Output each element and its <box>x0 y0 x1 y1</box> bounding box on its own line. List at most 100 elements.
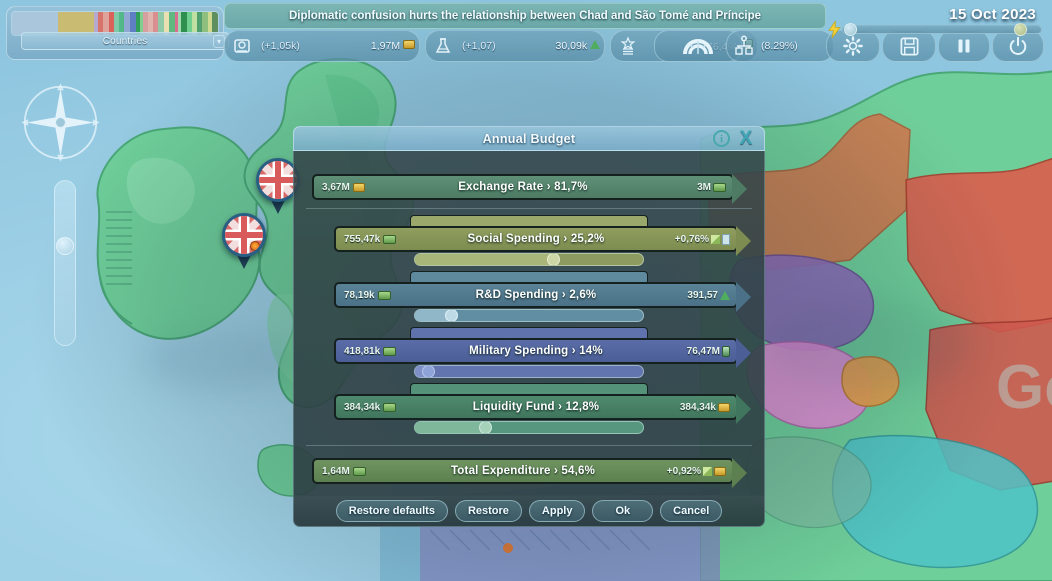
military-slider[interactable] <box>414 365 644 378</box>
building-icon <box>722 234 730 245</box>
resource-research-delta: (+1,07) <box>462 40 496 52</box>
power-icon <box>1008 36 1028 56</box>
resource-research-amount: 30,09k <box>556 40 600 52</box>
military-rank-icon <box>615 33 641 59</box>
military-right-value: 76,47M <box>687 346 730 357</box>
green-money-icon <box>353 467 366 476</box>
info-icon[interactable]: i <box>713 130 730 147</box>
factory-icon <box>733 35 755 57</box>
exchange-rate-right-value: 3M <box>697 182 726 193</box>
game-date: 15 Oct 2023 <box>939 2 1046 26</box>
exchange-rate-label: Exchange Rate › 81,7% <box>314 181 732 193</box>
dialog-title-bar[interactable]: Annual Budget i X <box>293 126 765 151</box>
budget-row-social[interactable]: 755,47k Social Spending › 25,2% +0,76% <box>304 226 754 252</box>
gold-coins-icon <box>714 467 726 476</box>
news-ticker[interactable]: Diplomatic confusion hurts the relations… <box>224 3 826 29</box>
budget-group-rd: 78,19k R&D Spending › 2,6% 391,57 <box>304 271 754 323</box>
pin-body <box>222 213 266 257</box>
social-left-value: 755,47k <box>344 234 396 245</box>
lightning-bolt-icon <box>828 21 841 38</box>
green-money-icon <box>713 183 726 192</box>
budget-group-military: 418,81k Military Spending › 14% 76,47M <box>304 327 754 379</box>
money-printer-icon <box>229 33 255 59</box>
resource-money-amount: 1,97M <box>371 40 415 52</box>
annual-budget-dialog: Annual Budget i X 3,67M Exchange Rate › … <box>293 126 765 524</box>
restore-button[interactable]: Restore <box>455 500 522 522</box>
liquidity-right-value: 384,34k <box>680 402 730 413</box>
floppy-disk-icon <box>899 36 920 57</box>
research-triangle-icon <box>720 291 730 300</box>
rd-label: R&D Spending › 2,6% <box>336 289 736 301</box>
restore-defaults-button[interactable]: Restore defaults <box>336 500 448 522</box>
green-money-icon <box>383 347 396 356</box>
top-hud-bar: Countries ▾ (+1,05k) 1,97M (+1,07) 30,09… <box>0 0 1052 66</box>
industry-button-label: (8.29%) <box>761 40 798 52</box>
dialog-footer: Restore defaults Restore Apply Ok Cancel <box>293 495 765 527</box>
speed-track[interactable] <box>842 25 1042 34</box>
resource-research[interactable]: (+1,07) 30,09k <box>425 30 605 62</box>
pause-icon <box>955 37 973 55</box>
budget-row-total[interactable]: 1,64M Total Expenditure › 54,6% +0,92% <box>304 458 754 484</box>
green-money-icon <box>383 235 396 244</box>
rd-left-value: 78,19k <box>344 290 391 301</box>
gold-coins-icon <box>403 40 415 49</box>
industry-button[interactable]: (8.29%) <box>726 30 834 62</box>
exchange-rate-left-value: 3,67M <box>322 182 365 193</box>
dialog-title: Annual Budget <box>483 132 576 146</box>
social-slider-knob[interactable] <box>547 253 560 266</box>
research-flask-icon <box>430 33 456 59</box>
research-triangle-icon <box>590 40 600 49</box>
total-right-value: +0,92% <box>667 466 726 477</box>
gear-icon <box>842 35 864 57</box>
budget-row-military[interactable]: 418,81k Military Spending › 14% 76,47M <box>304 338 754 364</box>
apply-button[interactable]: Apply <box>529 500 586 522</box>
resource-money-delta: (+1,05k) <box>261 40 300 52</box>
social-slider[interactable] <box>414 253 644 266</box>
speed-knob-min[interactable] <box>844 23 857 36</box>
game-date-text: 15 Oct 2023 <box>949 6 1036 23</box>
news-ticker-text: Diplomatic confusion hurts the relations… <box>289 10 761 22</box>
country-selector-label: Countries <box>103 36 148 47</box>
cancel-button[interactable]: Cancel <box>660 500 722 522</box>
pencil-icon <box>711 235 720 244</box>
country-strip-panel: Countries ▾ <box>6 6 224 60</box>
budget-row-exchange-rate[interactable]: 3,67M Exchange Rate › 81,7% 3M <box>304 174 754 200</box>
pin-alert-dot <box>250 241 260 251</box>
rd-slider-fill <box>415 310 447 321</box>
green-money-icon <box>378 291 391 300</box>
union-jack-flag-icon <box>259 161 297 199</box>
close-icon[interactable]: X <box>736 128 756 149</box>
military-left-value: 418,81k <box>344 346 396 357</box>
resource-money[interactable]: (+1,05k) 1,97M <box>224 30 420 62</box>
budget-group-liquidity: 384,34k Liquidity Fund › 12,8% 384,34k <box>304 383 754 435</box>
military-slider-knob[interactable] <box>422 365 435 378</box>
dialog-body: 3,67M Exchange Rate › 81,7% 3M 755,47k S… <box>293 151 765 496</box>
liquidity-slider[interactable] <box>414 421 644 434</box>
social-right-value: +0,76% <box>675 234 730 245</box>
green-money-icon <box>383 403 396 412</box>
total-left-value: 1,64M <box>322 466 366 477</box>
rd-right-value: 391,57 <box>687 290 730 301</box>
dialog-divider <box>306 208 752 209</box>
pencil-icon <box>703 467 712 476</box>
map-zoom-knob[interactable] <box>56 237 74 255</box>
social-slider-fill <box>415 254 552 265</box>
budget-row-liquidity[interactable]: 384,34k Liquidity Fund › 12,8% 384,34k <box>304 394 754 420</box>
map-pin-uk-2[interactable] <box>222 213 266 257</box>
gold-coins-icon <box>718 403 730 412</box>
compass-rose-icon[interactable] <box>18 80 103 165</box>
ok-button[interactable]: Ok <box>592 500 653 522</box>
rd-slider[interactable] <box>414 309 644 322</box>
country-selector-dropdown[interactable]: Countries ▾ <box>21 32 229 50</box>
map-zoom-slider[interactable] <box>54 180 76 346</box>
liquidity-left-value: 384,34k <box>344 402 396 413</box>
budget-row-rd[interactable]: 78,19k R&D Spending › 2,6% 391,57 <box>304 282 754 308</box>
liquidity-slider-fill <box>415 422 483 433</box>
budget-group-social: 755,47k Social Spending › 25,2% +0,76% <box>304 215 754 267</box>
population-segment <box>12 12 21 35</box>
rd-slider-knob[interactable] <box>445 309 458 322</box>
liquidity-slider-knob[interactable] <box>479 421 492 434</box>
soldier-icon <box>722 346 730 357</box>
dialog-divider-bottom <box>306 445 752 446</box>
svg-text:Ge: Ge <box>996 353 1052 422</box>
